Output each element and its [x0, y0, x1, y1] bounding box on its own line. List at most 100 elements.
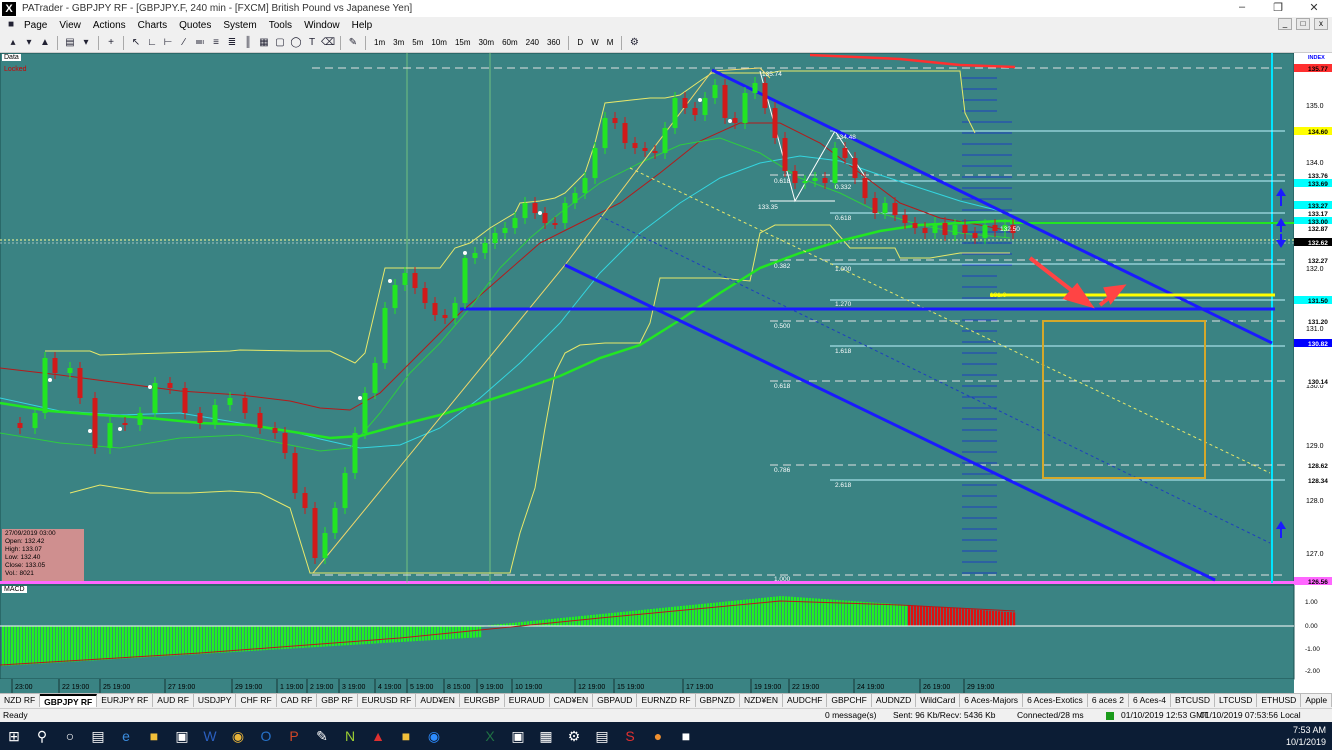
chart-canvas[interactable]: 135.0134.0133.0132.0131.0130.0129.0128.0…: [0, 53, 1332, 693]
delete-tool-icon[interactable]: ⌫: [321, 36, 335, 50]
symbol-tab[interactable]: EURAUD: [505, 694, 550, 707]
line-tool-icon[interactable]: ∟: [145, 36, 159, 50]
store-icon[interactable]: ▣: [168, 722, 196, 750]
rectangle-tool-icon[interactable]: ▢: [273, 36, 287, 50]
pen-icon[interactable]: ✎: [308, 722, 336, 750]
chart-area[interactable]: 135.0134.0133.0132.0131.0130.0129.0128.0…: [0, 53, 1332, 693]
steam-icon[interactable]: ⚙: [560, 722, 588, 750]
symbol-tab[interactable]: GBPAUD: [593, 694, 638, 707]
menu-system[interactable]: System: [217, 20, 262, 31]
symbol-tab[interactable]: GBPJPY RF: [40, 694, 98, 707]
patrader-icon[interactable]: ▲: [364, 722, 392, 750]
pencil-icon[interactable]: ✎: [346, 36, 360, 50]
menu-actions[interactable]: Actions: [87, 20, 132, 31]
gray-app-icon[interactable]: ■: [672, 722, 700, 750]
symbol-tab[interactable]: EURUSD RF: [358, 694, 417, 707]
symbol-tab[interactable]: CAD¥EN: [550, 694, 594, 707]
symbol-tab[interactable]: AUD¥EN: [416, 694, 460, 707]
search-icon[interactable]: ⚲: [28, 722, 56, 750]
menu-window[interactable]: Window: [298, 20, 346, 31]
child-restore-icon[interactable]: □: [1296, 18, 1310, 30]
symbol-tab[interactable]: EURNZD RF: [637, 694, 696, 707]
calc-icon[interactable]: ▦: [532, 722, 560, 750]
child-minimize-icon[interactable]: _: [1278, 18, 1292, 30]
gann-icon[interactable]: ▦: [257, 36, 271, 50]
menu-charts[interactable]: Charts: [132, 20, 173, 31]
symbol-tab[interactable]: AUD RF: [153, 694, 194, 707]
remote-icon[interactable]: ▤: [588, 722, 616, 750]
zoom-in-icon[interactable]: ▴: [6, 36, 20, 50]
chrome-icon[interactable]: ◉: [224, 722, 252, 750]
excel-icon[interactable]: X: [476, 722, 504, 750]
scroll-icon[interactable]: ▲: [38, 36, 52, 50]
symbol-tab[interactable]: 6 aces 2: [1088, 694, 1129, 707]
task-view-icon[interactable]: ▤: [84, 722, 112, 750]
outlook-icon[interactable]: O: [252, 722, 280, 750]
symbol-tab[interactable]: 6 Aces-Majors: [960, 694, 1024, 707]
symbol-tab[interactable]: EURGBP: [460, 694, 505, 707]
ellipse-tool-icon[interactable]: ◯: [289, 36, 303, 50]
tf-monthly[interactable]: M: [604, 38, 617, 47]
zoom-icon[interactable]: ◉: [420, 722, 448, 750]
menu-view[interactable]: View: [53, 20, 87, 31]
tf-60m[interactable]: 60m: [499, 38, 521, 47]
fib-time-icon[interactable]: ║: [241, 36, 255, 50]
tf-5m[interactable]: 5m: [409, 38, 426, 47]
zoom-out-icon[interactable]: ▾: [22, 36, 36, 50]
close-icon[interactable]: ✕: [1296, 1, 1332, 14]
draw-options-icon[interactable]: ▾: [79, 36, 93, 50]
edge-icon[interactable]: e: [112, 722, 140, 750]
fib-extension-icon[interactable]: ≣: [225, 36, 239, 50]
symbol-tab[interactable]: GBPNZD: [696, 694, 740, 707]
chart-type-icon[interactable]: ▤: [63, 36, 77, 50]
tf-daily[interactable]: D: [574, 38, 586, 47]
taskbar-clock[interactable]: 7:53 AM 10/1/2019: [1286, 724, 1326, 748]
explorer-icon[interactable]: ■: [140, 722, 168, 750]
symbol-tab[interactable]: 6 Aces-Exotics: [1023, 694, 1088, 707]
symbol-tab[interactable]: BTCUSD: [1171, 694, 1215, 707]
fib-retracement-icon[interactable]: ≡: [209, 36, 223, 50]
powerpoint-icon[interactable]: P: [280, 722, 308, 750]
crosshair-icon[interactable]: +: [104, 36, 118, 50]
channel-icon[interactable]: ≕: [193, 36, 207, 50]
symbol-tab[interactable]: ETHUSD: [1257, 694, 1302, 707]
symbol-tab[interactable]: Apple: [1301, 694, 1332, 707]
app-n-icon[interactable]: N: [336, 722, 364, 750]
start-icon[interactable]: ⊞: [0, 722, 28, 750]
tf-1m[interactable]: 1m: [371, 38, 388, 47]
tf-360[interactable]: 360: [544, 38, 563, 47]
text-tool-icon[interactable]: T: [305, 36, 319, 50]
trendline-icon[interactable]: ∕: [177, 36, 191, 50]
symbol-tab[interactable]: GBP RF: [317, 694, 358, 707]
menu-help[interactable]: Help: [346, 20, 379, 31]
menu-quotes[interactable]: Quotes: [173, 20, 217, 31]
symbol-tab[interactable]: WildCard: [916, 694, 961, 707]
tf-15m[interactable]: 15m: [452, 38, 474, 47]
symbol-tab[interactable]: 6 Aces-4: [1129, 694, 1172, 707]
circle-app-icon[interactable]: ●: [644, 722, 672, 750]
horizontal-line-icon[interactable]: ⊢: [161, 36, 175, 50]
tf-10m[interactable]: 10m: [428, 38, 450, 47]
symbol-tab[interactable]: LTCUSD: [1215, 694, 1258, 707]
maximize-icon[interactable]: ❐: [1260, 1, 1296, 14]
settings-icon[interactable]: ⚙: [627, 36, 641, 50]
child-close-icon[interactable]: x: [1314, 18, 1328, 30]
symbol-tab[interactable]: AUDNZD: [872, 694, 917, 707]
menu-page[interactable]: Page: [18, 20, 53, 31]
symbol-tab[interactable]: CHF RF: [236, 694, 277, 707]
blank-icon[interactable]: [448, 722, 476, 750]
symbol-tab[interactable]: NZD RF: [0, 694, 41, 707]
symbol-tab[interactable]: AUDCHF: [783, 694, 828, 707]
tf-3m[interactable]: 3m: [390, 38, 407, 47]
word-icon[interactable]: W: [196, 722, 224, 750]
symbol-tab[interactable]: USDJPY: [194, 694, 237, 707]
symbol-tab[interactable]: NZD¥EN: [740, 694, 783, 707]
minimize-icon[interactable]: –: [1224, 1, 1260, 14]
s-app-icon[interactable]: S: [616, 722, 644, 750]
tf-weekly[interactable]: W: [588, 38, 602, 47]
folder-icon[interactable]: ■: [392, 722, 420, 750]
symbol-tab[interactable]: GBPCHF: [827, 694, 872, 707]
symbol-tab[interactable]: EURJPY RF: [97, 694, 154, 707]
menu-tools[interactable]: Tools: [263, 20, 298, 31]
symbol-tab[interactable]: CAD RF: [277, 694, 318, 707]
